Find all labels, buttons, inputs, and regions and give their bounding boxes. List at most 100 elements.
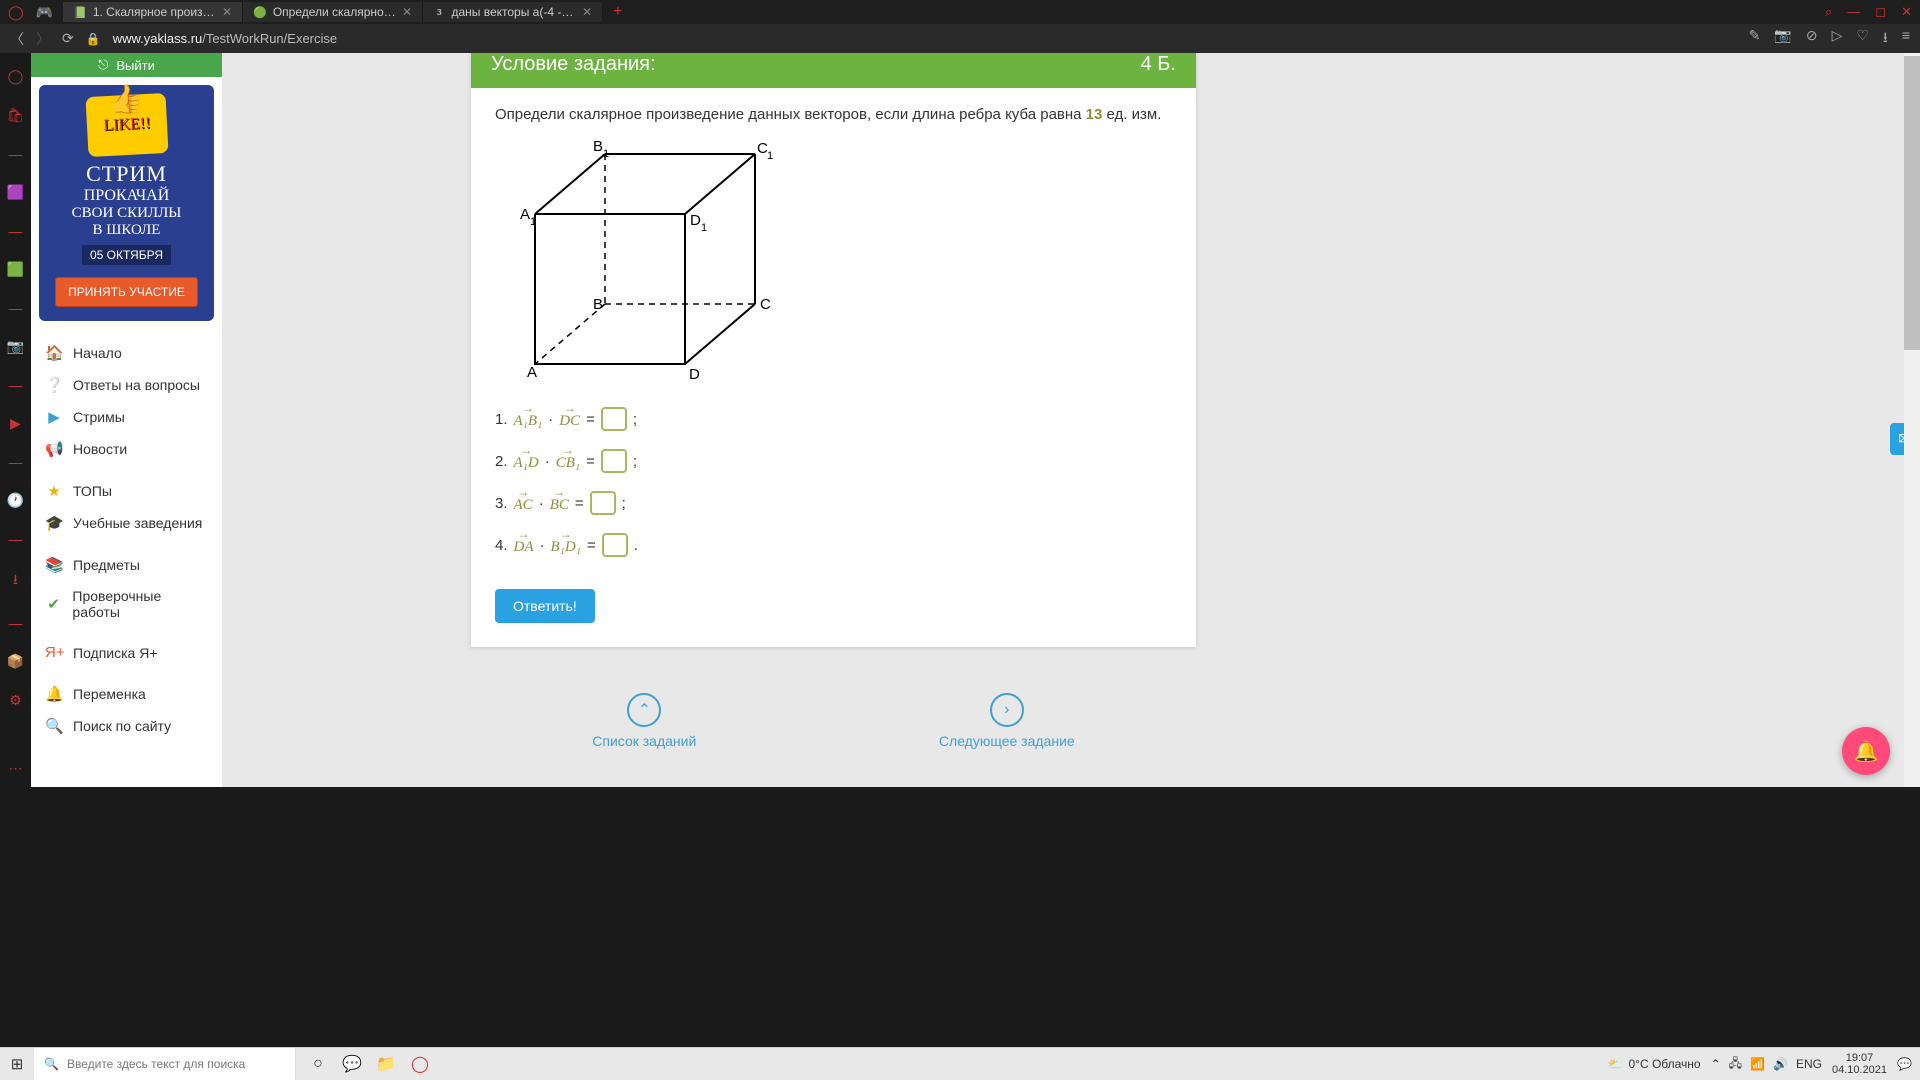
reload-button[interactable]: ⟳ [62,30,74,47]
edit-icon[interactable]: ✎ [1749,27,1761,51]
clock[interactable]: 19:07 04.10.2021 [1832,1052,1887,1076]
back-button[interactable]: 〈 [10,29,24,49]
sidebar-item[interactable]: 🔔Переменка [31,678,222,710]
rail-download-icon[interactable]: ⭳ [13,569,18,593]
tray-chevron-icon[interactable]: ⌃ [1711,1057,1721,1071]
network-icon[interactable]: 🖧 [1729,1054,1742,1075]
instagram-icon[interactable]: 📷 [7,338,24,355]
sidebar-item[interactable]: 🔍Поиск по сайту [31,710,222,742]
cortana-icon[interactable]: 💬 [338,1050,366,1078]
whatsapp-icon[interactable]: 🟩 [7,261,24,278]
sidebar-item[interactable]: ★ТОПы [31,475,222,507]
minimize-icon[interactable]: — [1847,4,1860,20]
scrollbar[interactable] [1904,53,1920,787]
browser-tab[interactable]: зданы векторы a(-4 -2 1)b(✕ [423,2,603,22]
promo-banner[interactable]: LIKE!! СТРИМ ПРОКАЧАЙ СВОИ СКИЛЛЫ В ШКОЛ… [39,85,214,321]
rail-icon[interactable]: — [9,223,23,239]
menu-icon[interactable]: ≡ [1902,27,1910,51]
start-button[interactable]: ⊞ [0,1055,34,1073]
discord-icon[interactable]: 🎮 [36,4,53,21]
sidebar-item[interactable]: 🏠Начало [31,337,222,369]
close-window-icon[interactable]: ✕ [1901,4,1912,20]
svg-text:1: 1 [603,148,609,160]
rail-icon[interactable]: ◯ [8,68,24,85]
opera-icon[interactable]: ◯ [8,4,24,21]
rail-icon[interactable]: 🛍 [7,107,25,124]
task-item: 3. AC · BC = ; [495,491,1172,515]
rail-icon[interactable]: 🕐 [7,492,24,509]
menu-icon: 🔍 [45,717,63,735]
task-item: 1. A₁B₁ · DC = ; [495,407,1172,431]
menu-icon: 📚 [45,556,63,574]
sidebar-item[interactable]: 🎓Учебные заведения [31,507,222,539]
lang-indicator[interactable]: ENG [1796,1057,1822,1071]
menu-icon: ▶ [45,408,63,426]
menu-icon: 📢 [45,440,63,458]
next-task-link[interactable]: › Следующее задание [939,693,1075,749]
svg-text:D: D [690,212,701,229]
sidebar-item[interactable]: 📚Предметы [31,549,222,581]
answer-input[interactable] [601,449,627,473]
tab-favicon: з [433,5,445,19]
forward-button[interactable]: 〉 [36,29,50,49]
download-icon[interactable]: ⭳ [1883,27,1888,51]
answer-input[interactable] [602,533,628,557]
sidebar-item[interactable]: Я+Подписка Я+ [31,637,222,668]
rail-icon[interactable]: — [9,615,23,631]
heart-icon[interactable]: ♡ [1856,27,1869,51]
rail-icon[interactable]: 🟪 [7,184,24,201]
task-view-icon[interactable]: ○ [304,1050,332,1078]
close-tab-icon[interactable]: ✕ [222,5,232,19]
browser-tab[interactable]: 📗1. Скалярное произведен✕ [63,2,243,22]
wifi-icon[interactable]: 📶 [1750,1057,1765,1071]
rail-more-icon[interactable]: ⋯ [9,760,23,777]
search-icon[interactable]: ⌕ [1825,4,1832,20]
rail-icon[interactable]: — [9,146,23,162]
promo-cta-button[interactable]: ПРИНЯТЬ УЧАСТИЕ [55,277,198,307]
svg-text:A: A [527,364,537,381]
svg-text:D: D [689,366,700,383]
tab-favicon: 🟢 [253,5,267,19]
camera-icon[interactable]: 📷 [1774,27,1791,51]
sidebar-item[interactable]: ▶Стримы [31,401,222,433]
volume-icon[interactable]: 🔊 [1773,1057,1788,1071]
notifications-fab[interactable]: 🔔 [1842,727,1890,775]
url-text[interactable]: www.yaklass.ru/TestWorkRun/Exercise [113,31,337,46]
answer-input[interactable] [590,491,616,515]
notification-center-icon[interactable]: 💬 [1897,1057,1912,1071]
menu-icon: 🔔 [45,685,63,703]
sidebar-item[interactable]: ✔Проверочные работы [31,581,222,627]
maximize-icon[interactable]: ◻ [1875,4,1886,20]
rail-icon[interactable]: — [9,377,23,393]
task-list-link[interactable]: ⌃ Список заданий [592,693,696,749]
rail-icon[interactable]: ▶ [10,415,21,432]
rail-icon[interactable]: — [9,531,23,547]
tab-favicon: 📗 [73,5,87,19]
rail-icon[interactable]: 📦 [7,653,24,670]
answer-input[interactable] [601,407,627,431]
answer-button[interactable]: Ответить! [495,589,595,623]
rail-settings-icon[interactable]: ⚙ [9,692,22,709]
task-statement: Определи скалярное произведение данных в… [495,106,1172,123]
opera-taskbar-icon[interactable]: ◯ [406,1050,434,1078]
new-tab-button[interactable]: + [603,3,632,21]
weather-widget[interactable]: ⛅ 0°C Облачно [1608,1057,1701,1071]
close-tab-icon[interactable]: ✕ [402,5,412,19]
block-icon[interactable]: ⊘ [1806,27,1818,51]
task-card: Условие задания: 4 Б. Определи скалярное… [471,53,1196,647]
close-tab-icon[interactable]: ✕ [582,5,592,19]
explorer-icon[interactable]: 📁 [372,1050,400,1078]
svg-text:A: A [520,206,530,223]
exit-button[interactable]: ⎋ Выйти [31,53,222,77]
task-points: 4 Б. [1141,53,1176,76]
rail-icon[interactable]: — [9,454,23,470]
browser-tab[interactable]: 🟢Определи скалярное прои✕ [243,2,423,22]
taskbar-search[interactable]: 🔍 Введите здесь текст для поиска [34,1048,296,1080]
sidebar-item[interactable]: 📢Новости [31,433,222,465]
search-icon: 🔍 [44,1057,59,1071]
svg-text:1: 1 [701,222,707,234]
sidebar-menu: 🏠Начало❔Ответы на вопросы▶Стримы📢Новости… [31,329,222,750]
sidebar-item[interactable]: ❔Ответы на вопросы [31,369,222,401]
send-icon[interactable]: ▷ [1832,27,1843,51]
rail-icon[interactable]: — [9,300,23,316]
